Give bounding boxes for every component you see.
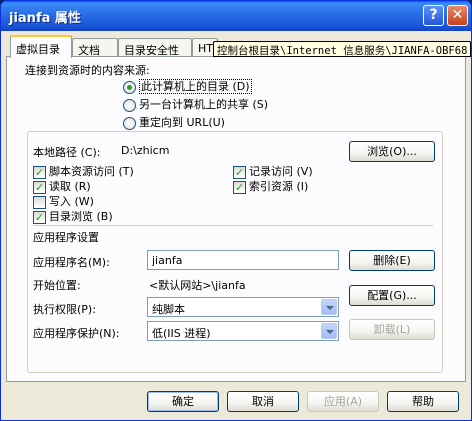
- path-tooltip: 控制台根目录\Internet 信息服务\JIANFA-OBF68: [213, 41, 471, 57]
- radio-label: 重定向到 URL(U): [139, 116, 225, 129]
- radio-label: 此计算机上的目录 (D): [139, 79, 252, 94]
- window-title: jianfa 属性: [9, 11, 81, 26]
- radio-label: 另一台计算机上的共享 (S): [139, 98, 269, 111]
- tab-panel: 连接到资源时的内容来源: 此计算机上的目录 (D) 另一台计算机上的共享 (S)…: [6, 56, 466, 382]
- local-path-label: 本地路径 (C):: [33, 146, 101, 159]
- select-value: 纯脚本: [152, 303, 185, 316]
- check-read[interactable]: ✓ 读取 (R): [33, 178, 91, 194]
- local-path-input[interactable]: D:\zhicm: [117, 141, 337, 161]
- divider: [33, 225, 433, 226]
- radio-redirect-url[interactable]: 重定向到 URL(U): [123, 114, 225, 130]
- checkbox: [33, 195, 46, 209]
- checkbox: ✓: [233, 165, 246, 179]
- config-button[interactable]: 配置(G)...: [349, 285, 435, 306]
- apply-button[interactable]: 应用(A): [307, 391, 379, 412]
- check-write[interactable]: 写入 (W): [33, 193, 94, 209]
- close-icon[interactable]: ✕: [447, 5, 468, 26]
- checkbox-label: 读取 (R): [49, 180, 91, 193]
- remove-button[interactable]: 删除(E): [349, 250, 435, 271]
- radio-this-computer[interactable]: 此计算机上的目录 (D): [123, 78, 252, 94]
- properties-dialog: jianfa 属性 ? ✕ 虚拟目录 文档 目录安全性 HTT 控制台根目录\I…: [0, 0, 472, 421]
- check-log-visits[interactable]: ✓ 记录访问 (V): [233, 163, 313, 179]
- exec-permission-label: 执行权限(P):: [33, 303, 96, 316]
- app-name-input[interactable]: jianfa: [147, 250, 339, 270]
- checkbox-label: 脚本资源访问 (T): [49, 165, 134, 178]
- radio-indicator: [123, 98, 136, 112]
- chevron-down-icon[interactable]: [321, 299, 337, 315]
- checkbox: ✓: [233, 180, 246, 194]
- unload-button[interactable]: 卸载(L): [349, 319, 435, 340]
- radio-indicator: [123, 80, 136, 94]
- app-protection-label: 应用程序保护(N):: [33, 327, 120, 340]
- tab-directory-security[interactable]: 目录安全性: [118, 38, 192, 57]
- radio-another-share[interactable]: 另一台计算机上的共享 (S): [123, 96, 268, 112]
- checkbox: ✓: [33, 165, 46, 179]
- ok-button[interactable]: 确定: [147, 391, 219, 412]
- radio-indicator: [123, 116, 136, 130]
- help-button[interactable]: 帮助: [387, 391, 459, 412]
- cancel-button[interactable]: 取消: [227, 391, 299, 412]
- checkbox-label: 索引资源 (I): [249, 180, 309, 193]
- checkbox: ✓: [33, 210, 46, 224]
- exec-permission-select[interactable]: 纯脚本: [147, 297, 339, 317]
- select-value: 低(IIS 进程): [152, 327, 211, 340]
- check-index-resource[interactable]: ✓ 索引资源 (I): [233, 178, 308, 194]
- check-script-access[interactable]: ✓ 脚本资源访问 (T): [33, 163, 134, 179]
- app-settings-heading: 应用程序设置: [33, 231, 99, 244]
- app-protection-select[interactable]: 低(IIS 进程): [147, 321, 339, 341]
- chevron-down-icon[interactable]: [321, 323, 337, 339]
- source-heading: 连接到资源时的内容来源:: [25, 64, 150, 77]
- check-directory-browse[interactable]: ✓ 目录浏览 (B): [33, 208, 113, 224]
- checkbox-label: 记录访问 (V): [249, 165, 313, 178]
- tab-virtual-directory[interactable]: 虚拟目录: [10, 35, 72, 58]
- help-icon[interactable]: ?: [423, 5, 444, 26]
- checkbox: ✓: [33, 180, 46, 194]
- tab-strip: 虚拟目录 文档 目录安全性 HTT 控制台根目录\Internet 信息服务\J…: [1, 35, 471, 58]
- tab-documents[interactable]: 文档: [72, 38, 118, 57]
- title-bar[interactable]: jianfa 属性 ? ✕: [1, 1, 471, 31]
- checkbox-label: 写入 (W): [49, 195, 94, 208]
- start-position-value: <默认网站>\jianfa: [149, 279, 246, 292]
- checkbox-label: 目录浏览 (B): [49, 210, 113, 223]
- app-name-label: 应用程序名(M):: [33, 256, 110, 269]
- browse-button[interactable]: 浏览(O)...: [349, 141, 435, 162]
- start-position-label: 开始位置:: [33, 279, 81, 292]
